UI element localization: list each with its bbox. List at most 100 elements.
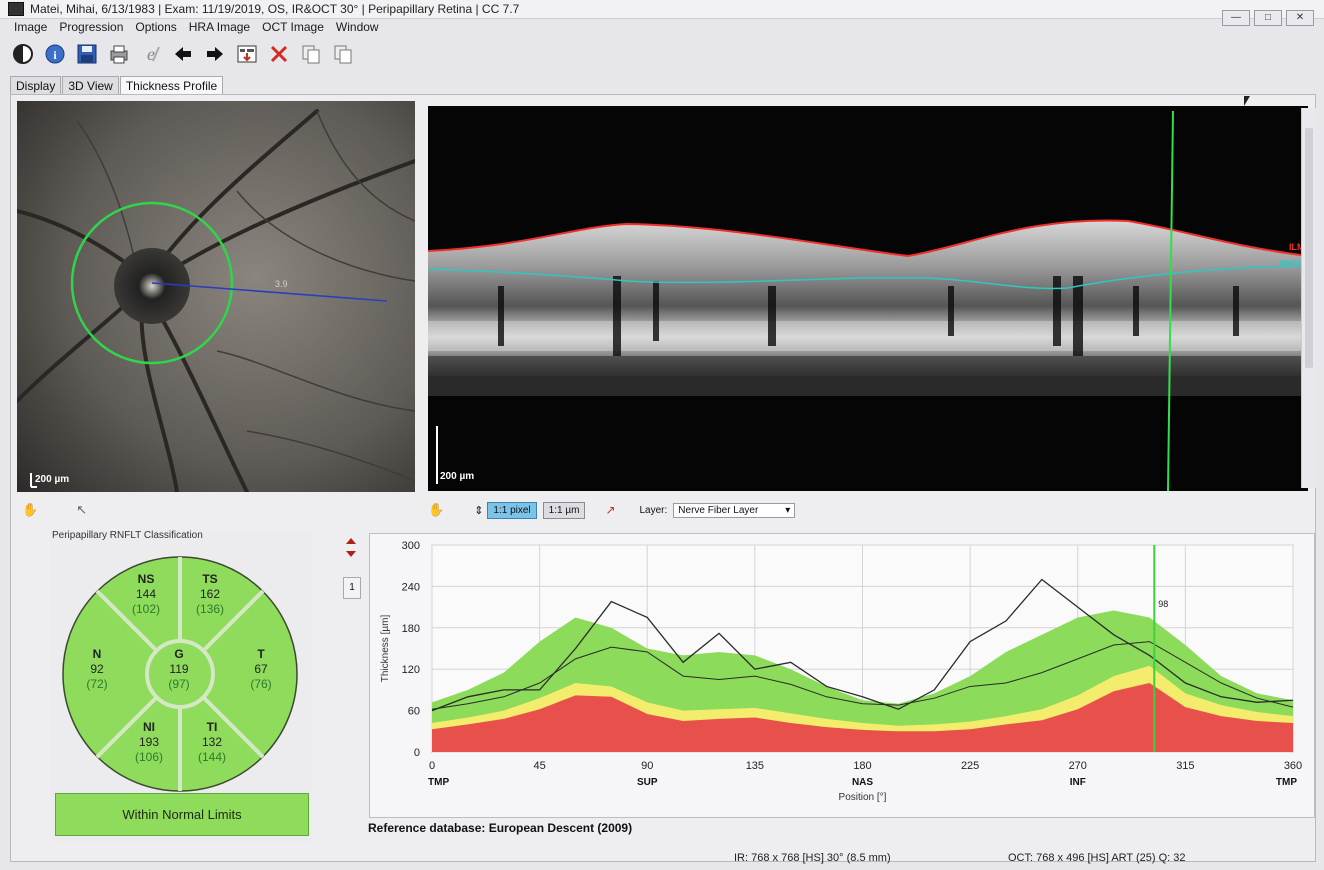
oct-scale-label: 200 µm <box>440 471 475 482</box>
sector-ts-ref: (136) <box>195 602 224 616</box>
y-tick-label: 60 <box>408 706 420 718</box>
status-oct: OCT: 768 x 496 [HS] ART (25) Q: 32 <box>1008 852 1186 864</box>
sector-ns-value: 144 <box>135 587 157 601</box>
scrollbar-thumb[interactable] <box>1305 128 1313 368</box>
um-1to1-button[interactable]: 1:1 µm <box>542 501 586 519</box>
save-icon[interactable] <box>74 41 100 67</box>
sector-ts-value: 162 <box>199 587 221 601</box>
hand-icon[interactable]: ✋ <box>22 502 38 518</box>
layer-label: Layer: <box>639 504 668 516</box>
page-number[interactable]: 1 <box>343 577 361 599</box>
sector-ns-label: NS <box>137 572 155 586</box>
sector-ti-value: 132 <box>201 735 223 749</box>
tab-3d-view[interactable]: 3D View <box>62 76 119 95</box>
sector-ns-ref: (102) <box>131 602 160 616</box>
sector-n-ref: (72) <box>86 677 108 691</box>
sector-ts-label: TS <box>202 572 218 586</box>
title-bar: Matei, Mihai, 6/13/1983 | Exam: 11/19/20… <box>0 0 1324 26</box>
tab-thickness-profile[interactable]: Thickness Profile <box>119 76 224 95</box>
classification-result-badge: Within Normal Limits <box>55 793 309 836</box>
report-icon[interactable] <box>234 41 260 67</box>
print-icon[interactable] <box>106 41 132 67</box>
y-tick-label: 0 <box>414 747 420 759</box>
x-region-label: INF <box>1070 777 1086 788</box>
forward-arrow-icon[interactable] <box>202 41 228 67</box>
x-tick-label: 225 <box>961 760 979 772</box>
close-icon[interactable] <box>266 41 292 67</box>
contrast-icon[interactable] <box>10 41 36 67</box>
measure-tool-icon[interactable]: ↖ <box>76 502 87 518</box>
sector-g: G 119 (97) <box>154 647 204 692</box>
x-region-label: TMP <box>428 777 449 788</box>
x-tick-label: 135 <box>746 760 764 772</box>
fundus-image[interactable]: 3.9 200 µm <box>17 101 415 492</box>
copy-icon[interactable] <box>298 41 324 67</box>
x-region-label: NAS <box>852 777 873 788</box>
sector-ni-label: NI <box>143 720 155 734</box>
y-tick-label: 300 <box>402 540 420 552</box>
reference-database: Reference database: European Descent (20… <box>368 821 633 835</box>
app-icon <box>8 2 24 16</box>
sector-t-label: T <box>257 647 265 661</box>
profile-nav <box>344 536 358 563</box>
oct-controls: ✋ ⇕ 1:1 pixel 1:1 µm ↗ Layer: Nerve Fibe… <box>428 500 796 520</box>
pixel-1to1-button[interactable]: 1:1 pixel <box>487 501 537 519</box>
sector-ns: NS 144 (102) <box>121 572 171 617</box>
copy-all-icon[interactable] <box>330 41 356 67</box>
y-tick-label: 180 <box>402 623 420 635</box>
x-tick-label: 270 <box>1069 760 1087 772</box>
info-icon[interactable]: i <box>42 41 68 67</box>
sector-n-label: N <box>92 647 102 661</box>
y-tick-label: 240 <box>402 581 420 593</box>
scroll-down-icon <box>346 551 356 557</box>
status-bar: IR: 768 x 768 [HS] 30° (8.5 mm) OCT: 768… <box>10 850 1314 868</box>
menu-options[interactable]: Options <box>129 18 182 38</box>
sector-ni-value: 193 <box>138 735 160 749</box>
menu-bar: Image Progression Options HRA Image OCT … <box>0 18 1324 38</box>
sector-ti: TI 132 (144) <box>187 720 237 765</box>
x-region-label: SUP <box>637 777 658 788</box>
sector-ti-label: TI <box>206 720 218 734</box>
toolbar: i e <box>10 40 356 68</box>
view-tabs: Display 3D View Thickness Profile <box>10 76 224 95</box>
oct-bscan[interactable]: ILM RNFL 200 µm <box>428 106 1308 491</box>
fundus-scale-label: 200 µm <box>35 474 70 485</box>
x-tick-label: 0 <box>429 760 435 772</box>
menu-image[interactable]: Image <box>8 18 53 38</box>
oct-scrollbar[interactable] <box>1301 108 1316 488</box>
sector-g-ref: (97) <box>168 677 190 691</box>
fundus-controls: ✋ ↖ <box>22 500 87 520</box>
window-title: Matei, Mihai, 6/13/1983 | Exam: 11/19/20… <box>30 2 520 16</box>
sector-n: N 92 (72) <box>72 647 122 692</box>
back-arrow-icon[interactable] <box>170 41 196 67</box>
y-axis-title: Thickness [µm] <box>380 615 391 683</box>
menu-progression[interactable]: Progression <box>53 18 129 38</box>
sector-t-value: 67 <box>254 662 268 676</box>
measure-label: 3.9 <box>275 279 288 289</box>
x-tick-label: 315 <box>1176 760 1194 772</box>
layer-select-value: Nerve Fiber Layer <box>678 504 759 516</box>
sector-ni-ref: (106) <box>134 750 163 764</box>
sector-t-ref: (76) <box>250 677 272 691</box>
menu-hra-image[interactable]: HRA Image <box>183 18 256 38</box>
edit-icon[interactable]: e <box>138 41 164 67</box>
tab-display[interactable]: Display <box>10 76 62 95</box>
sector-g-label: G <box>174 647 184 661</box>
cursor-tool-icon[interactable]: ↗ <box>605 503 615 517</box>
x-tick-label: 180 <box>853 760 871 772</box>
thickness-profile-chart: 98 0 60 120 180 240 300 0 45 90 135 180 225 270 315 360… <box>369 533 1315 818</box>
hand-icon-oct[interactable]: ✋ <box>428 502 444 518</box>
sector-ni: NI 193 (106) <box>124 720 174 765</box>
rnfl-label: RNFL <box>1279 259 1303 269</box>
sector-g-value: 119 <box>169 662 189 676</box>
sector-n-value: 92 <box>90 662 104 676</box>
sector-t: T 67 (76) <box>236 647 286 692</box>
fit-vertical-icon[interactable]: ⇕ <box>474 504 483 517</box>
chevron-down-icon: ▾ <box>785 504 791 516</box>
sector-ts: TS 162 (136) <box>185 572 235 617</box>
x-region-label: TMP <box>1276 777 1297 788</box>
classification-caption: Peripapillary RNFLT Classification <box>52 530 203 541</box>
layer-select[interactable]: Nerve Fiber Layer ▾ <box>673 502 796 518</box>
menu-window[interactable]: Window <box>330 18 385 38</box>
menu-oct-image[interactable]: OCT Image <box>256 18 330 38</box>
